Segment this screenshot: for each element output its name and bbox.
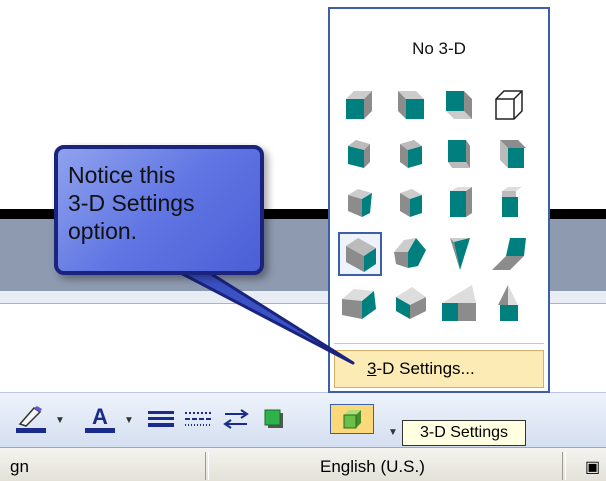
tooltip: 3-D Settings <box>402 420 526 446</box>
3d-style-9-option[interactable] <box>338 183 382 227</box>
font-color-dropdown-icon[interactable]: ▼ <box>124 415 134 426</box>
callout: Notice this 3-D Settings option. <box>54 145 264 275</box>
3d-style-12-option[interactable] <box>488 183 532 227</box>
3d-style-18-icon <box>396 287 426 319</box>
3d-style-6-option[interactable] <box>388 134 432 178</box>
line-color-dropdown-icon[interactable]: ▼ <box>55 415 65 426</box>
callout-line-1: Notice this <box>68 162 176 188</box>
callout-line-3: option. <box>68 218 138 244</box>
3d-style-2-icon <box>398 91 424 119</box>
3d-style-3-option[interactable] <box>438 85 482 129</box>
status-bar <box>0 447 606 481</box>
3d-style-1-icon <box>346 91 372 119</box>
status-separator <box>205 452 209 480</box>
3d-style-16-icon <box>492 238 526 270</box>
dash-style-icon[interactable] <box>180 404 216 434</box>
3d-style-icon[interactable] <box>330 404 374 434</box>
status-language: English (U.S.) <box>320 457 425 476</box>
line-style-icon[interactable] <box>143 404 179 434</box>
3d-style-8-option[interactable] <box>488 134 532 178</box>
3d-style-4-option[interactable] <box>488 85 532 129</box>
3d-style-19-option[interactable] <box>438 281 482 325</box>
3d-style-16-option[interactable] <box>488 232 532 276</box>
3d-settings-menu-item[interactable]: 3-D Settings... <box>334 350 544 388</box>
3d-style-20-option[interactable] <box>488 281 532 325</box>
no-3d-option[interactable]: No 3-D <box>330 39 548 59</box>
3d-style-10-icon <box>400 189 422 217</box>
svg-text:A: A <box>92 404 108 429</box>
3d-style-5-icon <box>348 140 370 168</box>
popup-divider <box>334 343 544 344</box>
3d-style-11-option[interactable] <box>438 183 482 227</box>
3d-style-dropdown-icon[interactable]: ▼ <box>388 427 398 438</box>
status-field-left: gn <box>10 457 29 476</box>
status-icon: ▣ <box>585 459 601 476</box>
3d-style-3-icon <box>446 91 472 119</box>
3d-style-14-icon <box>394 238 426 268</box>
3d-style-13-icon <box>346 238 376 272</box>
3d-style-2-option[interactable] <box>388 85 432 129</box>
3d-style-7-option[interactable] <box>438 134 482 178</box>
callout-line-2: 3-D Settings <box>68 190 195 216</box>
3d-style-15-option[interactable] <box>438 232 482 276</box>
3d-style-1-option[interactable] <box>338 85 382 129</box>
3d-style-18-option[interactable] <box>388 281 432 325</box>
3d-style-popup: No 3-D 3-D Settings... <box>328 7 550 393</box>
3d-style-10-option[interactable] <box>388 183 432 227</box>
arrow-style-icon[interactable] <box>218 404 254 434</box>
3d-style-13-option[interactable] <box>338 232 382 276</box>
3d-style-14-option[interactable] <box>388 232 432 276</box>
3d-style-7-icon <box>448 140 470 168</box>
3d-style-17-option[interactable] <box>338 281 382 325</box>
3d-style-8-icon <box>500 140 526 168</box>
3d-style-5-option[interactable] <box>338 134 382 178</box>
3d-style-9-icon <box>348 189 372 217</box>
status-separator <box>562 452 566 480</box>
3d-style-20-icon <box>498 285 518 321</box>
3d-style-15-icon <box>450 238 470 270</box>
3d-style-19-icon <box>442 285 476 321</box>
3d-style-17-icon <box>342 289 376 319</box>
font-color-icon[interactable]: A <box>80 404 120 434</box>
line-color-icon[interactable] <box>12 404 52 434</box>
3d-style-11-icon <box>450 187 472 217</box>
3d-style-6-icon <box>400 140 422 168</box>
3d-style-4-icon <box>495 90 523 120</box>
shadow-style-icon[interactable] <box>256 404 292 434</box>
3d-style-12-icon <box>502 187 522 217</box>
3d-settings-label: 3-D Settings... <box>367 359 475 378</box>
